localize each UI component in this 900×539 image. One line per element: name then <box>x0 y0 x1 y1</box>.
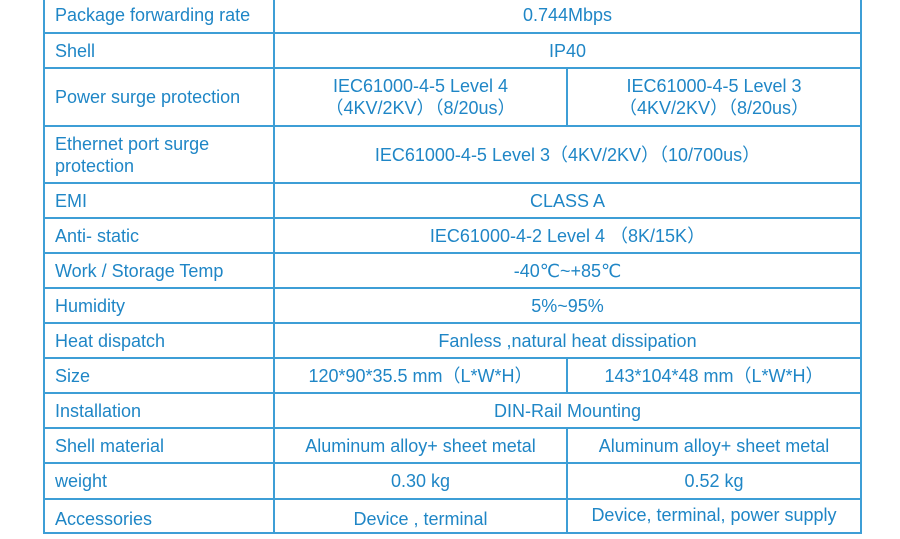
table-row: Anti- static IEC61000-4-2 Level 4 （8K/15K… <box>43 217 862 254</box>
spec-label: Size <box>43 357 275 394</box>
spec-value: DIN-Rail Mounting <box>273 392 862 429</box>
spec-label: Anti- static <box>43 217 275 254</box>
spec-label: Ethernet port surge protection <box>43 125 275 184</box>
spec-label: Package forwarding rate <box>43 0 275 34</box>
spec-label: Humidity <box>43 287 275 324</box>
spec-label: Shell material <box>43 427 275 464</box>
spec-label: Shell <box>43 32 275 69</box>
spec-value: Aluminum alloy+ sheet metal <box>566 427 862 464</box>
table-row: Installation DIN-Rail Mounting <box>43 392 862 429</box>
spec-label: Work / Storage Temp <box>43 252 275 289</box>
spec-value: CLASS A <box>273 182 862 219</box>
spec-value: IP40 <box>273 32 862 69</box>
table-row: Package forwarding rate 0.744Mbps <box>43 0 862 34</box>
spec-label: Installation <box>43 392 275 429</box>
spec-value: 120*90*35.5 mm（L*W*H） <box>273 357 568 394</box>
spec-value: 143*104*48 mm（L*W*H） <box>566 357 862 394</box>
spec-label: Power surge protection <box>43 67 275 127</box>
spec-label: weight <box>43 462 275 500</box>
table-row: Heat dispatch Fanless ,natural heat dissi… <box>43 322 862 359</box>
table-row: Work / Storage Temp -40℃~+85℃ <box>43 252 862 289</box>
table-row: weight 0.30 kg 0.52 kg <box>43 462 862 500</box>
spec-value: IEC61000-4-5 Level 4 （4KV/2KV）（8/20us） <box>273 67 568 127</box>
spec-value: IEC61000-4-5 Level 3 （4KV/2KV）（8/20us） <box>566 67 862 127</box>
table-row: Accessories Device , terminal Device, term… <box>43 498 862 534</box>
spec-value: Device , terminal <box>273 498 568 534</box>
spec-value: IEC61000-4-2 Level 4 （8K/15K） <box>273 217 862 254</box>
spec-label: Accessories <box>43 498 275 534</box>
spec-value: Fanless ,natural heat dissipation <box>273 322 862 359</box>
table-row: Humidity 5%~95% <box>43 287 862 324</box>
spec-value: IEC61000-4-5 Level 3（4KV/2KV）（10/700us） <box>273 125 862 184</box>
spec-value: Device, terminal, power supply <box>566 498 862 534</box>
spec-value: 5%~95% <box>273 287 862 324</box>
table-row: Shell IP40 <box>43 32 862 69</box>
table-row: Ethernet port surge protection IEC61000-4… <box>43 125 862 184</box>
spec-label: EMI <box>43 182 275 219</box>
spec-table: Package forwarding rate 0.744Mbps Shell IP4… <box>43 0 862 534</box>
spec-value: Aluminum alloy+ sheet metal <box>273 427 568 464</box>
spec-value: 0.30 kg <box>273 462 568 500</box>
spec-value: 0.52 kg <box>566 462 862 500</box>
table-row: Size 120*90*35.5 mm（L*W*H） 143*104*48 mm（L… <box>43 357 862 394</box>
spec-value: 0.744Mbps <box>273 0 862 34</box>
spec-label: Heat dispatch <box>43 322 275 359</box>
table-row: Shell material Aluminum alloy+ sheet meta… <box>43 427 862 464</box>
table-row: Power surge protection IEC61000-4-5 Level… <box>43 67 862 127</box>
table-row: EMI CLASS A <box>43 182 862 219</box>
spec-value: -40℃~+85℃ <box>273 252 862 289</box>
